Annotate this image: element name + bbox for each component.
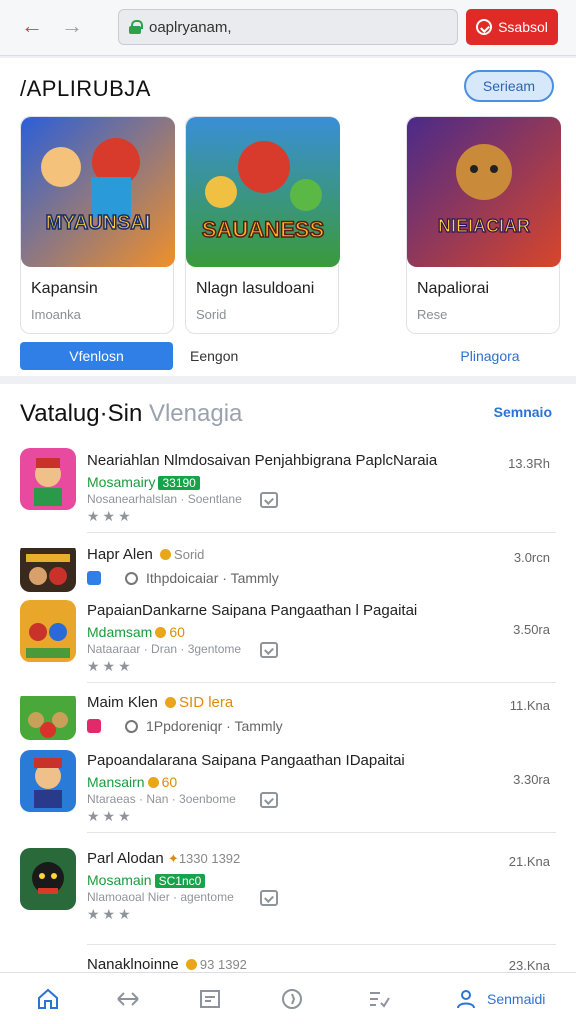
list-item[interactable]: Parl Alodan ✦1330 1392 Mosamain SC1nc0 Nl… <box>20 846 556 926</box>
download-icon[interactable] <box>260 642 278 658</box>
home-icon[interactable] <box>34 985 62 1013</box>
svg-text:SAUANESS: SAUANESS <box>202 217 324 242</box>
list-item[interactable]: Nanaklnoinne 93 1392 23.Kna <box>20 954 556 974</box>
download-icon[interactable] <box>260 492 278 508</box>
list-item[interactable]: Papoandalarana Saipana Pangaathan IDapai… <box>20 748 556 828</box>
featured-title: /APLIRUBJA <box>20 76 151 101</box>
filter-chip[interactable]: Eengon <box>190 342 270 370</box>
card-subtitle: Imoanka <box>31 307 81 322</box>
rating-stars: ★★★ <box>87 808 134 824</box>
subscribe-button[interactable]: Ssabsol <box>466 9 558 45</box>
lock-icon <box>129 20 143 34</box>
app-icon <box>20 448 76 510</box>
card-title: Kapansin <box>31 280 98 297</box>
chat-icon <box>125 719 138 733</box>
filter-chip-active[interactable]: Vfenlosn <box>20 342 173 370</box>
app-icon <box>20 848 76 910</box>
library-icon[interactable] <box>196 985 224 1013</box>
app-icon <box>20 542 76 592</box>
filter-chip-link[interactable]: Plinagora <box>450 342 530 370</box>
back-arrow-icon[interactable]: ← <box>18 12 46 40</box>
browser-toolbar: ← → oaplryanam, Ssabsol <box>0 0 576 56</box>
list-item[interactable]: Maim Klen SID lera 1Ppdoreniqr · Tammly … <box>20 690 556 740</box>
catalog-see-all-link[interactable]: Semnaio <box>494 404 552 420</box>
rating-stars: ★★★ <box>87 658 134 674</box>
app-icon <box>20 600 76 662</box>
featured-card-2[interactable]: SAUANESS Nlagn lasuldoani Sorid <box>185 116 340 334</box>
subscribe-label: Ssabsol <box>498 19 548 35</box>
download-icon[interactable] <box>260 792 278 808</box>
game-art-image: MYAUNSAI <box>21 117 175 267</box>
forward-arrow-icon[interactable]: → <box>58 12 86 40</box>
svg-text:NIEIACIAR: NIEIACIAR <box>438 216 530 236</box>
featured-card-3[interactable]: NIEIACIAR Napaliorai Rese <box>406 116 561 334</box>
check-circle-icon <box>476 19 493 35</box>
game-art-image: NIEIACIAR <box>407 117 561 267</box>
game-art-image: SAUANESS <box>186 117 340 267</box>
compass-icon[interactable] <box>278 985 306 1013</box>
chat-icon <box>125 571 138 585</box>
catalog-section: Vatalug·Sin Vlenagia Semnaio Neariahlan … <box>0 384 576 974</box>
tag-icon <box>87 719 101 733</box>
card-subtitle: Sorid <box>196 307 227 322</box>
card-title: Napaliorai <box>417 280 490 297</box>
rating-stars: ★★★ <box>87 906 134 922</box>
card-title: Nlagn lasuldoani <box>196 280 315 297</box>
catalog-title: Vatalug·Sin Vlenagia <box>20 400 243 427</box>
app-icon <box>20 690 76 740</box>
list-check-icon[interactable] <box>365 985 393 1013</box>
download-icon[interactable] <box>260 890 278 906</box>
featured-section: /APLIRUBJA Serieam MYAUNSAI Kapansin Imo… <box>0 58 576 376</box>
list-item[interactable]: Hapr Alen Sorid Ithpdoicaiar · Tammly 3.… <box>20 542 556 592</box>
card-subtitle: Rese <box>417 307 448 322</box>
profile-icon[interactable] <box>452 985 480 1013</box>
bottom-navigation: Senmaidi <box>0 972 576 1024</box>
url-bar[interactable]: oaplryanam, <box>118 9 458 45</box>
featured-card-1[interactable]: MYAUNSAI Kapansin Imoanka <box>20 116 175 334</box>
tab-label-active[interactable]: Senmaidi <box>487 991 545 1007</box>
list-item[interactable]: Neariahlan Nlmdosaivan Penjahbigrana Pap… <box>20 448 556 528</box>
list-item[interactable]: PapaianDankarne Saipana Pangaathan l Pag… <box>20 598 556 678</box>
app-icon <box>20 750 76 812</box>
rating-stars: ★★★ <box>87 508 134 524</box>
verified-icon <box>87 571 101 585</box>
url-text: oaplryanam, <box>149 18 232 36</box>
swap-icon[interactable] <box>114 985 142 1013</box>
featured-see-all-button[interactable]: Serieam <box>464 70 554 102</box>
svg-text:MYAUNSAI: MYAUNSAI <box>46 212 151 234</box>
